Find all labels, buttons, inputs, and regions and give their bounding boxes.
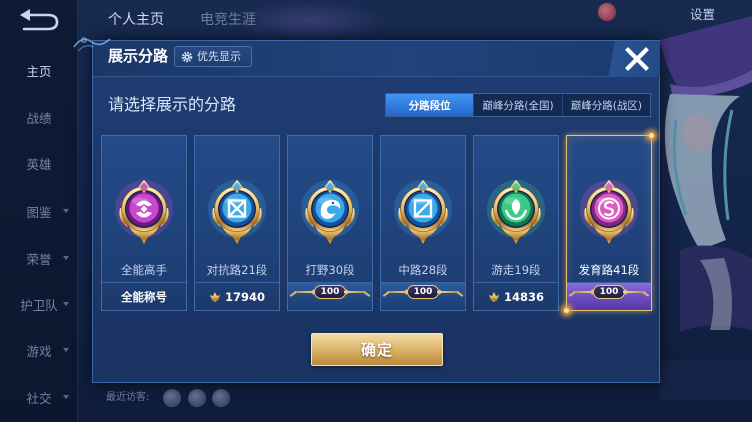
mini-avatar-icon[interactable] [598,3,616,21]
rank-badge-value: 100 [589,285,629,299]
select-lane-prompt: 请选择展示的分路 [108,95,237,114]
visitor-avatar[interactable] [163,389,181,407]
priority-display-button[interactable]: 优先显示 [174,46,252,67]
lane-card-mid[interactable]: 中路28段 100 [380,135,466,311]
roam-lane-emblem [486,179,546,245]
lane-name: 游走19段 [491,263,541,277]
priority-display-label: 优先显示 [197,50,241,63]
tab-esports-career[interactable]: 电竞生涯 [200,10,256,30]
settings-button[interactable]: 设置 [690,6,715,24]
sidebar-item-label: 图鉴 [26,204,52,220]
lane-card-all-round[interactable]: 全能高手 全能称号 [101,135,187,311]
badge-ornament [344,291,366,293]
lane-card-roam[interactable]: 游走19段 14836 [473,135,559,311]
lane-name: 对抗路21段 [206,263,268,277]
rank-badge-value: 100 [403,285,443,299]
sidebar-item-label: 社交 [26,390,52,406]
peak-score: 17940 [209,290,265,304]
gear-icon [181,51,193,63]
jungle-lane-emblem [300,179,360,245]
close-icon [625,47,649,71]
sidebar-item-heroes[interactable]: 英雄 [0,149,78,177]
lane-type-tabs: 分路段位 巅峰分路(全国) 巅峰分路(战区) [385,93,651,117]
badge-ornament [623,291,645,293]
profile-screen: 主页 战绩 英雄 图鉴 荣誉 护卫队 游戏 社交 个人主页 电竞生涯 设置 最近… [0,0,752,422]
mid-lane-emblem [393,179,453,245]
lane-card-clash[interactable]: 对抗路21段 17940 [194,135,280,311]
tab-peak-lane-region[interactable]: 巅峰分路(战区) [561,94,650,116]
score-icon [488,291,500,302]
tab-label: 巅峰分路(战区) [570,99,642,112]
card-footer: 100 [288,282,372,310]
sidebar-item-games[interactable]: 游戏 [0,336,78,364]
score-icon [209,291,221,302]
tab-label: 巅峰分路(全国) [482,99,554,112]
recent-visitors-label: 最近访客: [106,392,150,403]
all-round-emblem [114,179,174,245]
lane-name: 中路28段 [398,263,448,277]
lane-card-farm[interactable]: 发育路41段 100 [564,133,654,313]
chevron-down-icon [63,256,69,260]
cloud-ornament [73,37,111,52]
sidebar-item-social[interactable]: 社交 [0,383,78,411]
sidebar-item-label: 护卫队 [20,297,58,313]
card-footer: 全能称号 [102,282,186,310]
chevron-down-icon [63,395,69,399]
sidebar-item-codex[interactable]: 图鉴 [0,197,78,225]
card-footer: 14836 [474,282,558,310]
tab-lane-rank[interactable]: 分路段位 [386,94,474,116]
chevron-down-icon [63,348,69,352]
clash-lane-emblem [207,179,267,245]
sidebar-item-label: 主页 [26,63,52,79]
confirm-button[interactable]: 确定 [311,333,443,366]
tab-label: 分路段位 [408,99,451,112]
visitor-avatar[interactable] [212,389,230,407]
score-value: 14836 [503,289,544,304]
sidebar-item-home[interactable]: 主页 [0,56,78,84]
tab-personal-home[interactable]: 个人主页 [108,10,164,30]
sidebar-item-guard-team[interactable]: 护卫队 [0,290,78,318]
display-lane-dialog: 展示分路 优先显示 请选择展示的分路 分路段位 巅峰分路(全国) 巅峰分路(战区 [92,40,660,383]
tab-peak-lane-national[interactable]: 巅峰分路(全国) [473,94,561,116]
card-footer: 100 [567,282,651,310]
back-arrow-icon [20,9,59,31]
sidebar: 主页 战绩 英雄 图鉴 荣誉 护卫队 游戏 社交 [0,0,78,422]
confirm-label: 确定 [360,341,393,359]
sidebar-item-label: 荣誉 [26,251,52,267]
sidebar-item-label: 英雄 [26,156,52,172]
chevron-down-icon [63,302,69,306]
card-footer: 17940 [195,282,279,310]
back-button[interactable] [12,6,62,34]
sidebar-item-honor[interactable]: 荣誉 [0,244,78,272]
lane-name: 打野30段 [305,263,355,277]
rank-badge-value: 100 [310,285,350,299]
sidebar-item-records[interactable]: 战绩 [0,103,78,131]
lane-name: 全能高手 [121,263,167,277]
chevron-down-icon [63,209,69,213]
title-label: 全能称号 [121,289,167,304]
visitor-avatar[interactable] [188,389,206,407]
sidebar-item-label: 游戏 [26,343,52,359]
sidebar-item-label: 战绩 [26,110,52,126]
close-button[interactable] [622,44,652,74]
lane-card-jungle[interactable]: 打野30段 100 [287,135,373,311]
lane-name: 发育路41段 [578,263,640,277]
score-value: 17940 [224,289,265,304]
farm-lane-emblem [579,179,639,245]
badge-ornament [437,291,459,293]
peak-score: 14836 [488,290,544,304]
card-footer: 100 [381,282,465,310]
